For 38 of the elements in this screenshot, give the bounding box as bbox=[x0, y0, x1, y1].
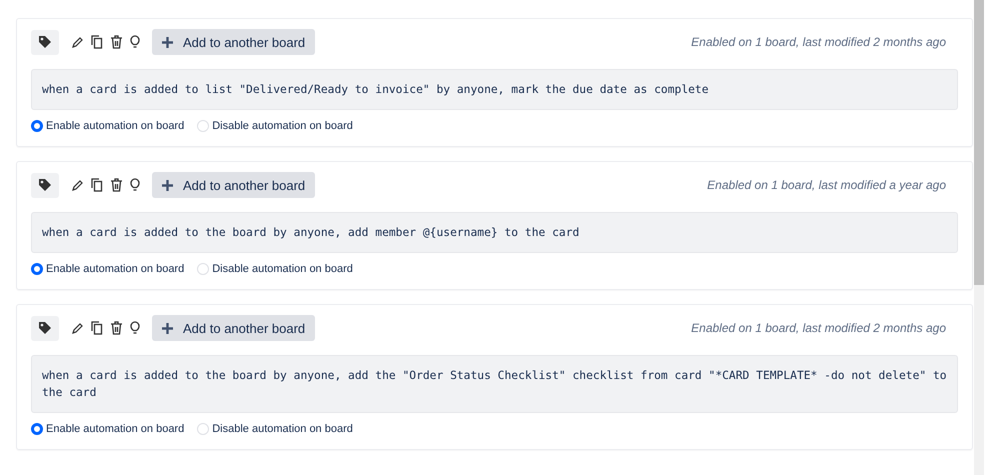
radio-option[interactable]: Enable automation on board bbox=[31, 120, 184, 132]
lightbulb-icon[interactable] bbox=[130, 178, 140, 192]
plus-icon bbox=[162, 322, 173, 334]
tag-icon bbox=[38, 321, 52, 335]
scrollbar[interactable] bbox=[974, 0, 984, 475]
lightbulb-icon[interactable] bbox=[130, 35, 140, 49]
pencil-icon[interactable] bbox=[71, 178, 84, 192]
add-to-board-button[interactable]: Add to another board bbox=[152, 29, 316, 55]
radio-option[interactable]: Disable automation on board bbox=[197, 120, 353, 132]
tag-button[interactable] bbox=[31, 172, 59, 198]
plus-icon bbox=[162, 180, 173, 190]
scrollbar-thumb[interactable] bbox=[974, 0, 984, 285]
rule-description: when a card is added to the board by anyone, add member @{username} to the card bbox=[31, 212, 958, 253]
rule-status-text: Enabled on 1 board, last modified 2 months ago bbox=[691, 321, 946, 335]
trash-icon[interactable] bbox=[110, 35, 123, 49]
rule-status-text: Enabled on 1 board, last modified a year ago bbox=[707, 178, 946, 192]
add-to-board-button[interactable]: Add to another board bbox=[152, 315, 316, 341]
trash-icon[interactable] bbox=[110, 178, 123, 192]
tag-button[interactable] bbox=[31, 316, 59, 340]
tag-button[interactable] bbox=[31, 30, 59, 54]
tag-icon bbox=[38, 178, 52, 192]
radio-option[interactable]: Enable automation on board bbox=[31, 263, 184, 275]
plus-icon bbox=[162, 36, 173, 48]
copy-icon[interactable] bbox=[91, 178, 103, 192]
rule-description: when a card is added to list "Delivered/Ready to invoice" by anyone, mark the due date as complete bbox=[31, 69, 958, 110]
rule-description: when a card is added to the board by anyone, add the "Order Status Checklist" checklist from card "*CARD TEMPLATE* -do not delete" to the card bbox=[31, 355, 958, 413]
radio-option[interactable]: Disable automation on board bbox=[197, 423, 353, 435]
trash-icon[interactable] bbox=[110, 321, 123, 335]
lightbulb-icon[interactable] bbox=[130, 321, 140, 335]
rule-status-text: Enabled on 1 board, last modified 2 months ago bbox=[691, 35, 946, 49]
pencil-icon[interactable] bbox=[71, 36, 84, 48]
radio-option[interactable]: Disable automation on board bbox=[197, 263, 353, 275]
copy-icon[interactable] bbox=[91, 35, 103, 49]
tag-icon bbox=[38, 35, 52, 49]
radio-option[interactable]: Enable automation on board bbox=[31, 423, 184, 435]
pencil-icon[interactable] bbox=[71, 322, 84, 334]
add-to-board-button[interactable]: Add to another board bbox=[152, 172, 316, 198]
copy-icon[interactable] bbox=[91, 321, 103, 335]
